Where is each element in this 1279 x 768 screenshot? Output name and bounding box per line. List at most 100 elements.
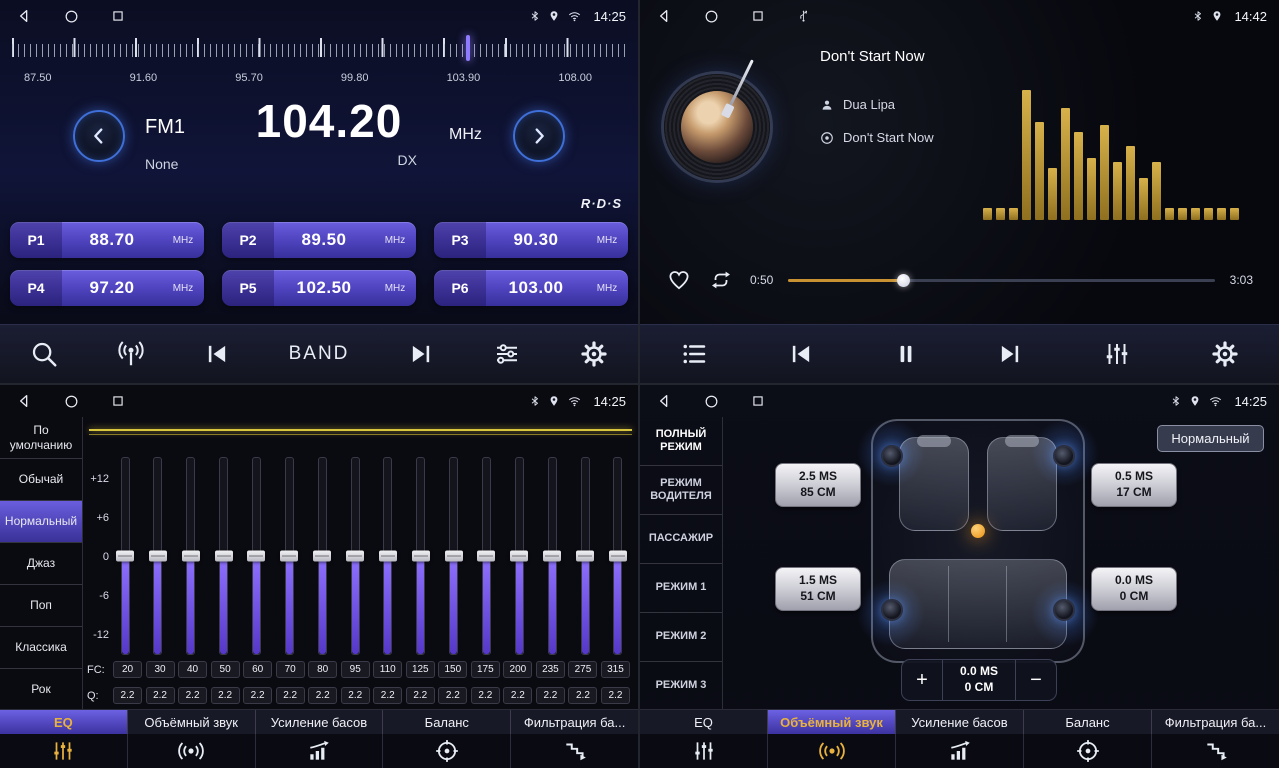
home-button[interactable]	[64, 9, 79, 24]
eq-band-slider[interactable]	[442, 457, 466, 653]
preset-button[interactable]: P3 90.30 MHz	[434, 222, 628, 258]
eq-band-slider[interactable]	[474, 457, 498, 653]
eq-band-slider[interactable]	[573, 457, 597, 653]
back-button[interactable]	[656, 393, 672, 409]
listening-mode-item[interactable]: ПАССАЖИР	[640, 515, 722, 564]
eq-band-slider[interactable]	[376, 457, 400, 653]
tab-icon-bass-boost[interactable]	[256, 734, 384, 768]
recents-button[interactable]	[111, 9, 125, 23]
prev-track-button[interactable]	[781, 339, 821, 369]
eq-band-slider[interactable]	[146, 457, 170, 653]
eq-band-slider[interactable]	[277, 457, 301, 653]
tab-icon-surround[interactable]	[128, 734, 256, 768]
seek-bar[interactable]	[788, 273, 1214, 288]
slider-handle[interactable]	[576, 551, 594, 562]
slider-handle[interactable]	[116, 551, 134, 562]
eq-preset-item[interactable]: Поп	[0, 585, 82, 627]
increase-delay-button[interactable]: +	[902, 660, 942, 700]
slider-handle[interactable]	[543, 551, 561, 562]
back-button[interactable]	[656, 8, 672, 24]
front-right-speaker-icon[interactable]	[1053, 445, 1075, 467]
slider-handle[interactable]	[280, 551, 298, 562]
tab-icon-balance[interactable]	[383, 734, 511, 768]
front-left-speaker-icon[interactable]	[881, 445, 903, 467]
eq-preset-item[interactable]: Нормальный	[0, 501, 82, 543]
preset-button[interactable]: P6 103.00 MHz	[434, 270, 628, 306]
eq-band-slider[interactable]	[507, 457, 531, 653]
slider-handle[interactable]	[182, 551, 200, 562]
settings-button[interactable]	[573, 338, 615, 370]
seek-knob[interactable]	[897, 274, 910, 287]
scan-button[interactable]	[23, 338, 65, 370]
recents-button[interactable]	[751, 394, 765, 408]
preset-button[interactable]: P2 89.50 MHz	[222, 222, 416, 258]
decrease-delay-button[interactable]: −	[1016, 660, 1056, 700]
tab-icon-filter[interactable]	[511, 734, 638, 768]
tab-icon-filter[interactable]	[1152, 734, 1279, 768]
home-button[interactable]	[704, 394, 719, 409]
tab[interactable]: Усиление басов	[896, 710, 1024, 734]
front-left-delay-button[interactable]: 2.5 MS 85 CM	[775, 463, 861, 507]
tune-down-button[interactable]	[73, 110, 125, 162]
slider-handle[interactable]	[247, 551, 265, 562]
eq-preset-item[interactable]: Джаз	[0, 543, 82, 585]
recents-button[interactable]	[751, 9, 765, 23]
eq-band-slider[interactable]	[113, 457, 137, 653]
front-right-delay-button[interactable]: 0.5 MS 17 CM	[1091, 463, 1177, 507]
recents-button[interactable]	[111, 394, 125, 408]
favorite-button[interactable]	[666, 268, 692, 292]
eq-band-slider[interactable]	[244, 457, 268, 653]
tab[interactable]: EQ	[640, 710, 768, 734]
slider-handle[interactable]	[313, 551, 331, 562]
eq-band-slider[interactable]	[606, 457, 630, 653]
eq-preset-item[interactable]: По умолчанию	[0, 417, 82, 459]
next-track-button[interactable]	[990, 339, 1030, 369]
back-button[interactable]	[16, 8, 32, 24]
eq-preset-item[interactable]: Классика	[0, 627, 82, 669]
tab[interactable]: Объёмный звук	[128, 710, 256, 734]
rear-right-speaker-icon[interactable]	[1053, 599, 1075, 621]
listening-mode-item[interactable]: ПОЛНЫЙ РЕЖИМ	[640, 417, 722, 466]
slider-handle[interactable]	[379, 551, 397, 562]
profile-button[interactable]: Нормальный	[1157, 425, 1264, 452]
listening-mode-item[interactable]: РЕЖИМ 1	[640, 564, 722, 613]
tab-icon-eq[interactable]	[0, 734, 128, 768]
tab-icon-balance[interactable]	[1024, 734, 1152, 768]
rear-left-delay-button[interactable]: 1.5 MS 51 CM	[775, 567, 861, 611]
broadcast-button[interactable]	[110, 338, 152, 370]
home-button[interactable]	[704, 9, 719, 24]
album-art[interactable]	[664, 74, 770, 180]
playlist-button[interactable]	[673, 338, 715, 370]
slider-handle[interactable]	[149, 551, 167, 562]
rear-left-speaker-icon[interactable]	[881, 599, 903, 621]
eq-band-slider[interactable]	[212, 457, 236, 653]
slider-handle[interactable]	[215, 551, 233, 562]
rear-right-delay-button[interactable]: 0.0 MS 0 CM	[1091, 567, 1177, 611]
eq-preset-item[interactable]: Рок	[0, 669, 82, 710]
seek-prev-button[interactable]	[197, 339, 237, 369]
eq-button[interactable]	[486, 338, 528, 370]
eq-band-slider[interactable]	[409, 457, 433, 653]
tab[interactable]: Объёмный звук	[768, 710, 896, 734]
tab[interactable]: Фильтрация ба...	[511, 710, 638, 734]
home-button[interactable]	[64, 394, 79, 409]
slider-handle[interactable]	[412, 551, 430, 562]
preset-button[interactable]: P5 102.50 MHz	[222, 270, 416, 306]
listening-position-dot[interactable]	[971, 524, 985, 538]
band-button[interactable]: BAND	[283, 342, 356, 366]
eq-band-slider[interactable]	[310, 457, 334, 653]
slider-handle[interactable]	[346, 551, 364, 562]
tab-icon-surround[interactable]	[768, 734, 896, 768]
eq-band-slider[interactable]	[540, 457, 564, 653]
eq-band-slider[interactable]	[343, 457, 367, 653]
seek-next-button[interactable]	[401, 339, 441, 369]
pause-button[interactable]	[887, 340, 925, 368]
listening-mode-item[interactable]: РЕЖИМ 2	[640, 613, 722, 662]
tab[interactable]: EQ	[0, 710, 128, 734]
tune-up-button[interactable]	[513, 110, 565, 162]
tab[interactable]: Фильтрация ба...	[1152, 710, 1279, 734]
repeat-button[interactable]	[707, 268, 735, 292]
eq-button[interactable]	[1096, 338, 1138, 370]
eq-preset-item[interactable]: Обычай	[0, 459, 82, 501]
tab[interactable]: Баланс	[1024, 710, 1152, 734]
